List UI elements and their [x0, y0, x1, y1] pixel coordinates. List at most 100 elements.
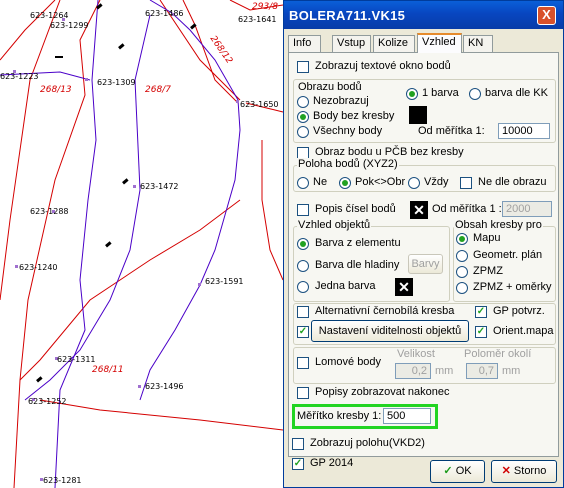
radius-input[interactable]: 0,7 [466, 363, 498, 379]
break-points-checkbox[interactable] [297, 357, 309, 369]
points-scale-input[interactable]: 10000 [498, 123, 550, 139]
break-points-label: Lomové body [315, 356, 382, 368]
show-text-window-label: Zobrazuj textové okno bodů [315, 60, 451, 72]
gp2014-checkbox[interactable]: ✓ [292, 458, 304, 470]
gp-confirm-label: GP potvrz. [493, 305, 545, 317]
radio-points-no-draw-label: Body bez kresby [313, 110, 395, 122]
by-image-label: Ne dle obrazu [478, 176, 547, 188]
radio-points-no-draw[interactable] [297, 111, 309, 123]
point-label: 623-1650 [240, 100, 279, 109]
parcel-label: 268/13 [40, 85, 72, 95]
radius-label: Poloměr okolí [464, 348, 532, 360]
radio-points-all-label: Všechny body [313, 125, 383, 137]
point-label: 623-1591 [205, 277, 244, 286]
radio-points-none[interactable] [297, 96, 309, 108]
radio-content-map-label: Mapu [473, 232, 501, 244]
radio-color-level-label: Barva dle hladiny [315, 259, 400, 271]
point-label: 623-1264 [30, 11, 69, 20]
point-label: 623-1309 [97, 78, 136, 87]
black-markers [36, 3, 197, 383]
visibility-checkbox[interactable]: ✓ [297, 326, 309, 338]
tab-kn[interactable]: KN [463, 35, 493, 52]
point-label: 623-1299 [50, 21, 89, 30]
radio-one-color-objects-label: Jedna barva [315, 280, 376, 292]
points-group-title: Obrazu bodů [297, 81, 363, 93]
radio-content-zpmz-label: ZPMZ [473, 265, 503, 277]
radio-color-level[interactable] [297, 260, 309, 272]
show-position-label: Zobrazuj polohu(VKD2) [310, 437, 425, 449]
position-group-title: Poloha bodů (XYZ2) [297, 158, 399, 170]
size-label: Velikost [397, 348, 435, 360]
ok-button[interactable]: ✓ OK [430, 460, 485, 483]
tab-vstup[interactable]: Vstup [332, 35, 371, 52]
tab-info[interactable]: Info [288, 35, 321, 52]
radio-content-map[interactable] [456, 233, 468, 245]
cancel-label: Storno [513, 465, 547, 477]
radio-position-no-label: Ne [313, 176, 328, 188]
points-scale-label: Od měřítka 1: [418, 125, 485, 137]
objects-group-title: Vzhled objektů [297, 219, 372, 231]
content-group-title: Obsah kresby pro [454, 219, 543, 231]
tab-panel-vzhled: Zobrazuj textové okno bodů Obrazu bodů N… [288, 52, 559, 457]
gp-confirm-checkbox[interactable]: ✓ [475, 306, 487, 318]
point-label: 623-1486 [145, 9, 184, 18]
radio-position-pok[interactable] [339, 177, 351, 189]
objects-color-icon[interactable]: ✕ [395, 278, 413, 296]
parcel-label: 268/7 [145, 85, 171, 95]
pcb-points-label: Obraz bodu u PČB bez kresby [315, 146, 464, 158]
colors-button[interactable]: Barvy [408, 254, 443, 274]
orient-map-label: Orient.mapa [493, 325, 554, 337]
radio-content-zpmz-scale[interactable] [456, 282, 468, 294]
radio-content-geom[interactable] [456, 250, 468, 262]
close-button[interactable]: X [537, 6, 556, 25]
radio-position-always[interactable] [408, 177, 420, 189]
numbers-scale-input[interactable]: 2000 [502, 201, 552, 217]
gp2014-label: GP 2014 [310, 457, 354, 469]
alt-bw-label: Alternativní černobílá kresba [315, 305, 455, 317]
radio-content-geom-label: Geometr. plán [473, 249, 543, 261]
size-input[interactable]: 0,2 [395, 363, 431, 379]
radio-color-element-label: Barva z elementu [315, 237, 401, 249]
radius-unit: mm [502, 365, 521, 377]
scale-highlight [292, 404, 438, 429]
point-label: 623-1281 [43, 476, 82, 485]
tab-label: Vstup [337, 37, 366, 49]
labels-last-checkbox[interactable] [297, 387, 309, 399]
radio-points-none-label: Nezobrazuj [313, 95, 369, 107]
by-image-checkbox[interactable] [460, 177, 472, 189]
tab-vzhled[interactable]: Vzhled [417, 33, 462, 53]
show-position-checkbox[interactable] [292, 438, 304, 450]
point-label: 623-1288 [30, 207, 69, 216]
point-label: 623-1472 [140, 182, 179, 191]
title-bar[interactable]: BOLERA711.VK15 X [284, 1, 563, 29]
radio-position-pok-label: Pok<>Obr [355, 176, 406, 188]
radio-position-always-label: Vždy [424, 176, 449, 188]
radio-color-element[interactable] [297, 238, 309, 250]
size-unit: mm [435, 365, 454, 377]
visibility-settings-button[interactable]: Nastavení viditelnosti objektů [311, 320, 469, 342]
radio-color-kk[interactable] [469, 88, 481, 100]
alt-bw-checkbox[interactable] [297, 306, 309, 318]
point-label: 623-1641 [238, 15, 277, 24]
point-numbers-label: Popis čísel bodů [315, 203, 396, 215]
radio-points-all[interactable] [297, 126, 309, 138]
settings-dialog: BOLERA711.VK15 X Info Vstup Kolize Vzhle… [283, 0, 564, 488]
cancel-button[interactable]: ✕ Storno [491, 460, 557, 483]
radio-content-zpmz[interactable] [456, 266, 468, 278]
tab-kolize[interactable]: Kolize [373, 35, 415, 52]
point-numbers-checkbox[interactable] [297, 204, 309, 216]
tab-label: KN [468, 37, 484, 49]
orient-map-checkbox[interactable]: ✓ [475, 326, 487, 338]
radio-color-kk-label: barva dle KK [485, 87, 548, 99]
tab-label: Kolize [378, 37, 408, 49]
point-numbers-color-icon[interactable]: ✕ [410, 201, 428, 219]
point-color-swatch[interactable] [409, 106, 427, 124]
dialog-title: BOLERA711.VK15 [289, 8, 406, 23]
labels-last-label: Popisy zobrazovat nakonec [315, 386, 450, 398]
radio-position-no[interactable] [297, 177, 309, 189]
radio-content-zpmz-scale-label: ZPMZ + oměrky [473, 281, 552, 293]
radio-one-color[interactable] [406, 88, 418, 100]
radio-one-color-objects[interactable] [297, 281, 309, 293]
point-label: 623-1223 [0, 72, 39, 81]
show-text-window-checkbox[interactable] [297, 61, 309, 73]
